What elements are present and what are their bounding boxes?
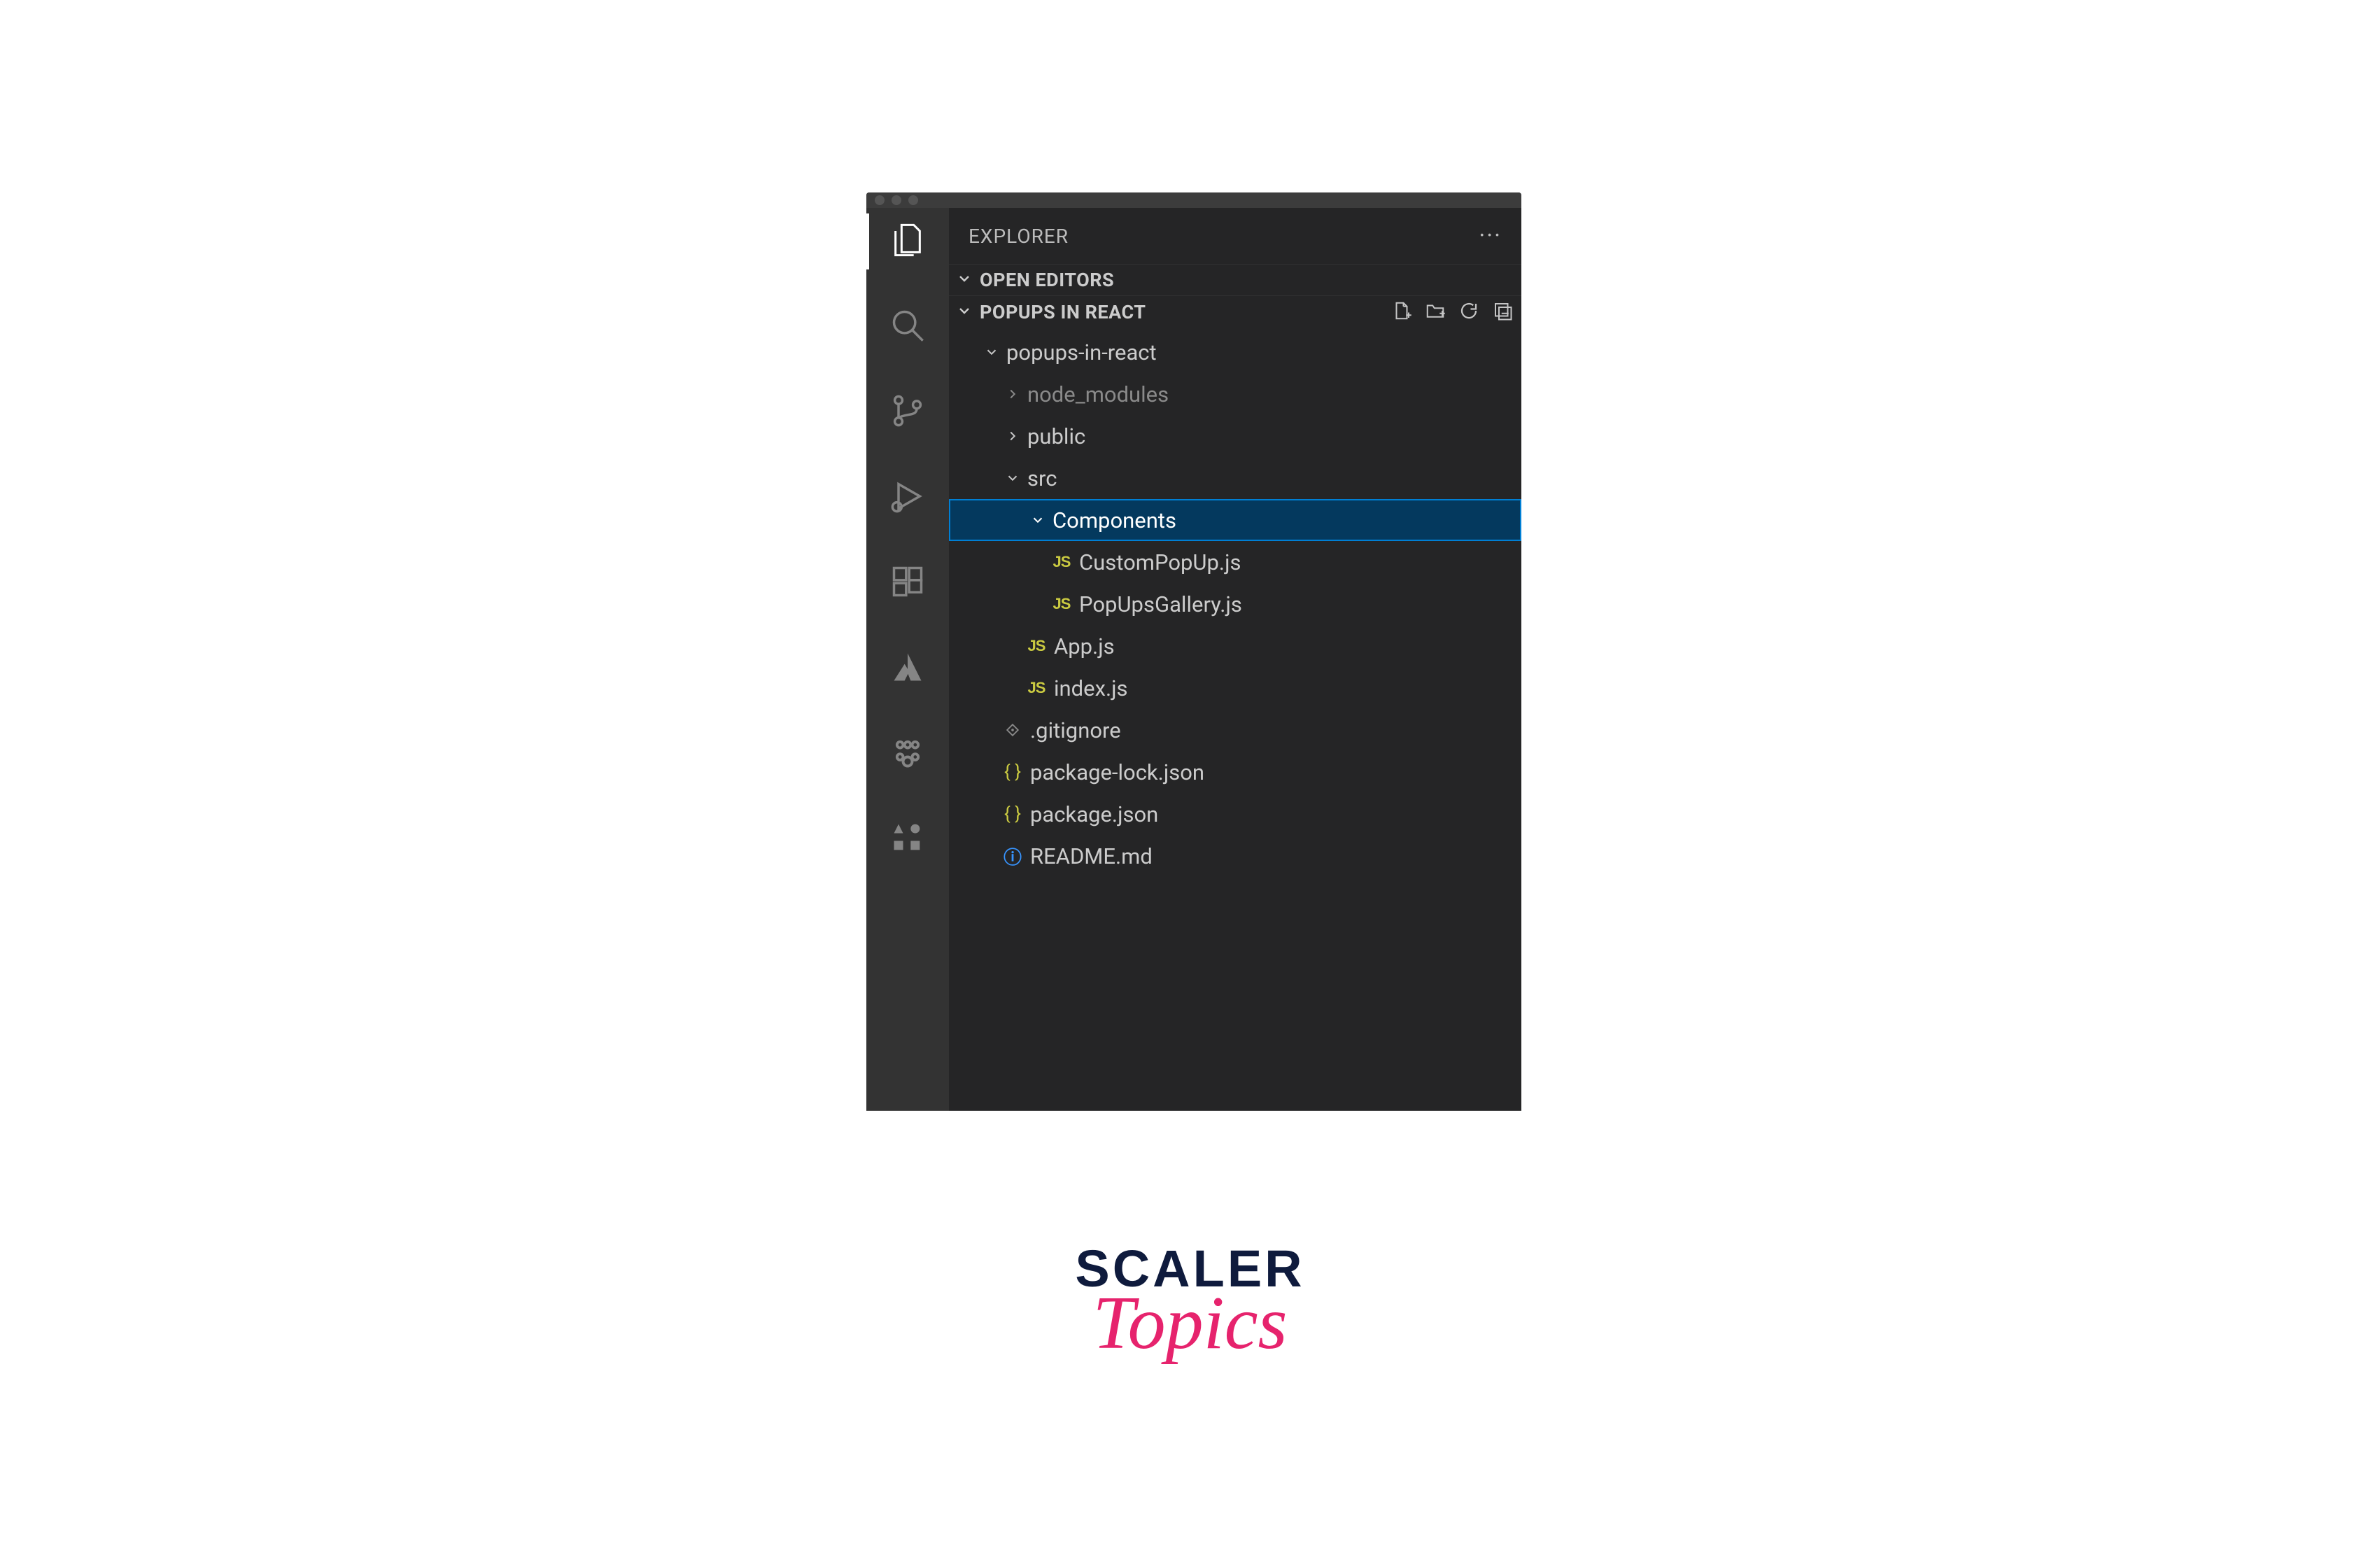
- file-label: package.json: [1030, 801, 1158, 827]
- file-label: PopUpsGallery.js: [1079, 591, 1242, 617]
- activity-atlassian[interactable]: [887, 647, 929, 689]
- files-icon: [889, 222, 926, 261]
- tree-file-gitignore[interactable]: .gitignore: [949, 709, 1521, 751]
- folder-label: popups-in-react: [1006, 339, 1157, 365]
- workspace-label: POPUPS IN REACT: [980, 301, 1146, 323]
- file-label: CustomPopUp.js: [1079, 549, 1241, 575]
- tree-file-custompopup[interactable]: JS CustomPopUp.js: [949, 541, 1521, 583]
- watermark-line2: Topics: [1075, 1280, 1304, 1367]
- tree-folder-components[interactable]: Components: [949, 499, 1521, 541]
- chevron-right-icon: [1005, 386, 1020, 402]
- folder-label: src: [1027, 465, 1057, 491]
- file-label: .gitignore: [1030, 717, 1121, 743]
- chevron-down-icon: [956, 270, 973, 290]
- new-folder-button[interactable]: [1425, 300, 1446, 324]
- open-editors-label: OPEN EDITORS: [980, 269, 1114, 291]
- file-label: package-lock.json: [1030, 759, 1204, 785]
- explorer-sidebar: EXPLORER ··· OPEN EDITORS POPUPS IN REAC…: [949, 208, 1521, 1111]
- chevron-down-icon: [1030, 512, 1045, 528]
- activity-explorer[interactable]: [887, 220, 929, 262]
- chevron-down-icon: [1005, 470, 1020, 486]
- js-file-icon: JS: [1026, 679, 1047, 697]
- window-body: EXPLORER ··· OPEN EDITORS POPUPS IN REAC…: [866, 208, 1521, 1111]
- window-close-dot[interactable]: [875, 195, 885, 205]
- file-tree: popups-in-react node_modules public src: [949, 328, 1521, 877]
- open-editors-section[interactable]: OPEN EDITORS: [949, 264, 1521, 295]
- tree-file-readme[interactable]: ⓘ README.md: [949, 835, 1521, 877]
- explorer-header: EXPLORER ···: [949, 208, 1521, 264]
- scaler-topics-watermark: SCALER Topics: [1075, 1239, 1304, 1367]
- folder-label: public: [1027, 423, 1085, 449]
- tree-file-appjs[interactable]: JS App.js: [949, 625, 1521, 667]
- tree-folder-src[interactable]: src: [949, 457, 1521, 499]
- js-file-icon: JS: [1026, 637, 1047, 655]
- explorer-more-button[interactable]: ···: [1479, 222, 1502, 250]
- search-icon: [889, 307, 926, 346]
- tree-folder-public[interactable]: public: [949, 415, 1521, 457]
- info-file-icon: ⓘ: [1002, 843, 1023, 869]
- tree-folder-root[interactable]: popups-in-react: [949, 331, 1521, 373]
- activity-misc[interactable]: [887, 818, 929, 860]
- chevron-down-icon: [984, 344, 999, 360]
- extensions-icon: [889, 563, 926, 603]
- tree-file-packagejson[interactable]: { } package.json: [949, 793, 1521, 835]
- activity-search[interactable]: [887, 306, 929, 348]
- window-zoom-dot[interactable]: [908, 195, 918, 205]
- js-file-icon: JS: [1051, 595, 1072, 613]
- js-file-icon: JS: [1051, 553, 1072, 571]
- atlassian-icon: [889, 649, 926, 688]
- activity-extensions[interactable]: [887, 562, 929, 604]
- tree-folder-node-modules[interactable]: node_modules: [949, 373, 1521, 415]
- shapes-icon: [889, 820, 926, 859]
- copilot-icon: [889, 734, 926, 773]
- activity-run-debug[interactable]: [887, 477, 929, 519]
- window-minimize-dot[interactable]: [892, 195, 901, 205]
- folder-label: node_modules: [1027, 381, 1169, 407]
- json-file-icon: { }: [1002, 762, 1023, 782]
- vscode-window: EXPLORER ··· OPEN EDITORS POPUPS IN REAC…: [866, 192, 1521, 1111]
- file-label: index.js: [1054, 675, 1128, 701]
- window-titlebar: [866, 192, 1521, 208]
- workspace-actions: [1391, 300, 1513, 324]
- file-label: README.md: [1030, 843, 1153, 869]
- collapse-all-button[interactable]: [1492, 300, 1513, 324]
- activity-bar: [866, 208, 949, 1111]
- gitignore-icon: [1002, 722, 1023, 738]
- tree-file-indexjs[interactable]: JS index.js: [949, 667, 1521, 709]
- file-label: App.js: [1054, 633, 1115, 659]
- branch-icon: [889, 393, 926, 432]
- refresh-button[interactable]: [1458, 300, 1479, 324]
- chevron-down-icon: [956, 302, 973, 322]
- workspace-section[interactable]: POPUPS IN REACT: [949, 295, 1521, 328]
- explorer-title: EXPLORER: [969, 225, 1069, 248]
- chevron-right-icon: [1005, 428, 1020, 444]
- tree-file-packagelock[interactable]: { } package-lock.json: [949, 751, 1521, 793]
- activity-source-control[interactable]: [887, 391, 929, 433]
- new-file-button[interactable]: [1391, 300, 1412, 324]
- activity-copilot[interactable]: [887, 733, 929, 775]
- tree-file-popupsgallery[interactable]: JS PopUpsGallery.js: [949, 583, 1521, 625]
- debug-icon: [889, 478, 926, 517]
- json-file-icon: { }: [1002, 803, 1023, 824]
- folder-label: Components: [1052, 507, 1176, 533]
